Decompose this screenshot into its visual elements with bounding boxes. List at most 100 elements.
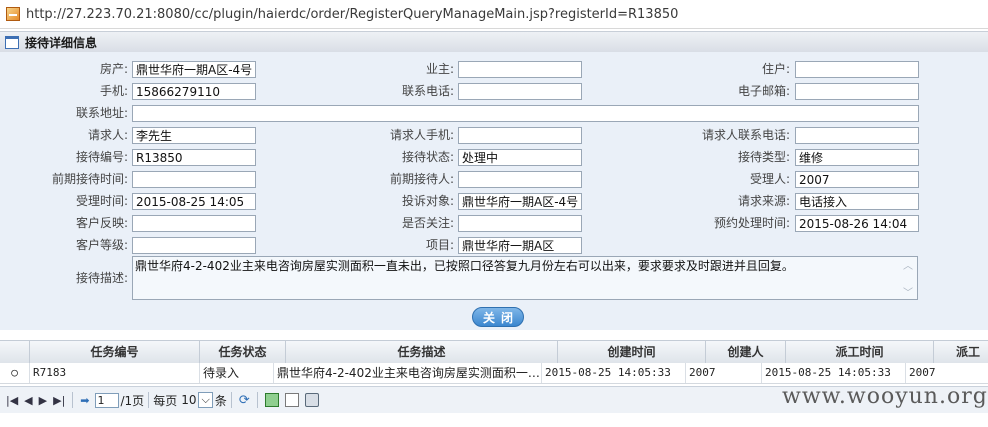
task-grid-header: 任务编号 任务状态 任务描述 创建时间 创建人 派工时间 派工	[0, 340, 988, 364]
email-field[interactable]	[795, 83, 919, 100]
property-label: 房产:	[99, 62, 128, 76]
pager-divider	[230, 392, 232, 408]
phone-label: 联系电话:	[401, 84, 454, 98]
handler-field[interactable]: 2007	[795, 171, 919, 188]
prev-time-label: 前期接待时间:	[51, 172, 128, 186]
grid-header-description[interactable]: 任务描述	[286, 341, 558, 363]
document-icon[interactable]	[284, 393, 299, 407]
goto-page-icon[interactable]: ➡	[80, 394, 89, 407]
property-field[interactable]: 鼎世华府一期A区-4号	[132, 61, 256, 78]
accept-time-field[interactable]: 2015-08-25 14:05	[132, 193, 256, 210]
export-excel-icon[interactable]	[264, 393, 279, 407]
requester-phone-field[interactable]	[795, 127, 919, 144]
description-label: 接待描述:	[75, 271, 128, 285]
prev-time-field[interactable]	[132, 171, 256, 188]
total-pages-text: /1页	[120, 393, 145, 408]
page-number-input[interactable]: 1	[94, 392, 119, 408]
cell-creator: 2007	[686, 363, 762, 383]
email-label: 电子邮箱:	[737, 84, 790, 98]
requester-field[interactable]: 李先生	[132, 127, 256, 144]
resident-label: 住户:	[761, 62, 790, 76]
address-field[interactable]	[132, 105, 919, 122]
reception-type-field[interactable]: 维修	[795, 149, 919, 166]
pager-divider	[72, 392, 74, 408]
grid-header-dispatcher[interactable]: 派工	[934, 341, 988, 363]
cell-created: 2015-08-25 14:05:33	[542, 363, 686, 383]
per-page-select[interactable]: ⌵	[198, 392, 213, 408]
feedback-label: 客户反映:	[75, 216, 128, 230]
level-field[interactable]	[132, 237, 256, 254]
grid-header-creator[interactable]: 创建人	[706, 341, 786, 363]
complaint-target-field[interactable]: 鼎世华府一期A区-4号	[458, 193, 582, 210]
prev-page-icon[interactable]: ◀	[24, 394, 32, 407]
watermark: www.wooyun.org	[782, 384, 988, 409]
mobile-label: 手机:	[99, 84, 128, 98]
phone-field[interactable]	[458, 83, 582, 100]
reception-status-label: 接待状态:	[401, 150, 454, 164]
request-source-label: 请求来源:	[737, 194, 790, 208]
scroll-down-icon[interactable]: ﹀	[901, 286, 915, 301]
pager-divider	[148, 392, 150, 408]
cell-task-no: R7183	[30, 363, 200, 383]
grid-header-status[interactable]: 任务状态	[200, 341, 286, 363]
complaint-target-label: 投诉对象:	[401, 194, 454, 208]
project-label: 项目:	[425, 238, 454, 252]
page-icon	[6, 7, 20, 21]
window-icon	[5, 35, 19, 49]
scroll-up-icon[interactable]: ︿	[901, 259, 915, 274]
attention-label: 是否关注:	[401, 216, 454, 230]
reception-status-field[interactable]: 处理中	[458, 149, 582, 166]
grid-header-dispatch-time[interactable]: 派工时间	[786, 341, 934, 363]
scheduled-time-field[interactable]: 2015-08-26 14:04	[795, 215, 919, 232]
description-text: 鼎世华府4-2-402业主来电咨询房屋实测面积一直未出，已按照口径答复九月份左右…	[135, 259, 794, 273]
prev-person-field[interactable]	[458, 171, 582, 188]
resident-field[interactable]	[795, 61, 919, 78]
cell-dispatcher: 2007	[909, 366, 936, 379]
chevron-down-icon: ⌵	[201, 393, 210, 406]
per-page-suffix: 条	[214, 393, 227, 408]
description-textarea[interactable]: 鼎世华府4-2-402业主来电咨询房屋实测面积一直未出，已按照口径答复九月份左右…	[132, 256, 918, 300]
cell-dispatch-time: 2015-08-25 14:05:33	[762, 363, 906, 383]
last-page-icon[interactable]: ▶|	[53, 394, 65, 407]
per-page-label: 每页	[153, 393, 178, 408]
feedback-field[interactable]	[132, 215, 256, 232]
panel-header: 接待详细信息	[0, 31, 988, 53]
address-label: 联系地址:	[75, 106, 128, 120]
table-row[interactable]: ○ R7183 待录入 鼎世华府4-2-402业主来电咨询房屋实测面积一… 20…	[0, 363, 988, 384]
level-label: 客户等级:	[75, 238, 128, 252]
mobile-field[interactable]: 15866279110	[132, 83, 256, 100]
cell-description: 鼎世华府4-2-402业主来电咨询房屋实测面积一…	[274, 363, 542, 383]
cell-status: 待录入	[200, 363, 274, 383]
textarea-scrollbar[interactable]: ︿ ﹀	[901, 259, 915, 299]
requester-mobile-field[interactable]	[458, 127, 582, 144]
requester-label: 请求人:	[87, 128, 128, 142]
grid-header-created[interactable]: 创建时间	[558, 341, 706, 363]
panel-title: 接待详细信息	[25, 35, 98, 50]
url-text[interactable]: http://27.223.70.21:8080/cc/plugin/haier…	[26, 7, 678, 22]
requester-phone-label: 请求人联系电话:	[701, 128, 790, 142]
reception-type-label: 接待类型:	[737, 150, 790, 164]
address-bar[interactable]: http://27.223.70.21:8080/cc/plugin/haier…	[0, 0, 988, 29]
print-icon[interactable]	[304, 393, 319, 407]
next-page-icon[interactable]: ▶	[39, 394, 47, 407]
first-page-icon[interactable]: |◀	[6, 394, 18, 407]
close-button[interactable]: 关闭	[472, 307, 524, 327]
owner-field[interactable]	[458, 61, 582, 78]
grid-header-select	[0, 341, 30, 363]
per-page-value: 10	[181, 393, 197, 407]
pager-divider	[256, 392, 258, 408]
reception-no-label: 接待编号:	[75, 150, 128, 164]
scheduled-time-label: 预约处理时间:	[713, 216, 790, 230]
requester-mobile-label: 请求人手机:	[389, 128, 454, 142]
project-field[interactable]: 鼎世华府一期A区	[458, 237, 582, 254]
request-source-field[interactable]: 电话接入	[795, 193, 919, 210]
accept-time-label: 受理时间:	[75, 194, 128, 208]
owner-label: 业主:	[425, 62, 454, 76]
refresh-icon[interactable]: ⟳	[239, 393, 250, 408]
attention-field[interactable]	[458, 215, 582, 232]
row-radio[interactable]: ○	[0, 363, 30, 383]
prev-person-label: 前期接待人:	[389, 172, 454, 186]
grid-header-task-no[interactable]: 任务编号	[30, 341, 200, 363]
reception-detail-form: 房产: 鼎世华府一期A区-4号 业主: 住户: 手机: 15866279110 …	[0, 52, 988, 330]
reception-no-field[interactable]: R13850	[132, 149, 256, 166]
